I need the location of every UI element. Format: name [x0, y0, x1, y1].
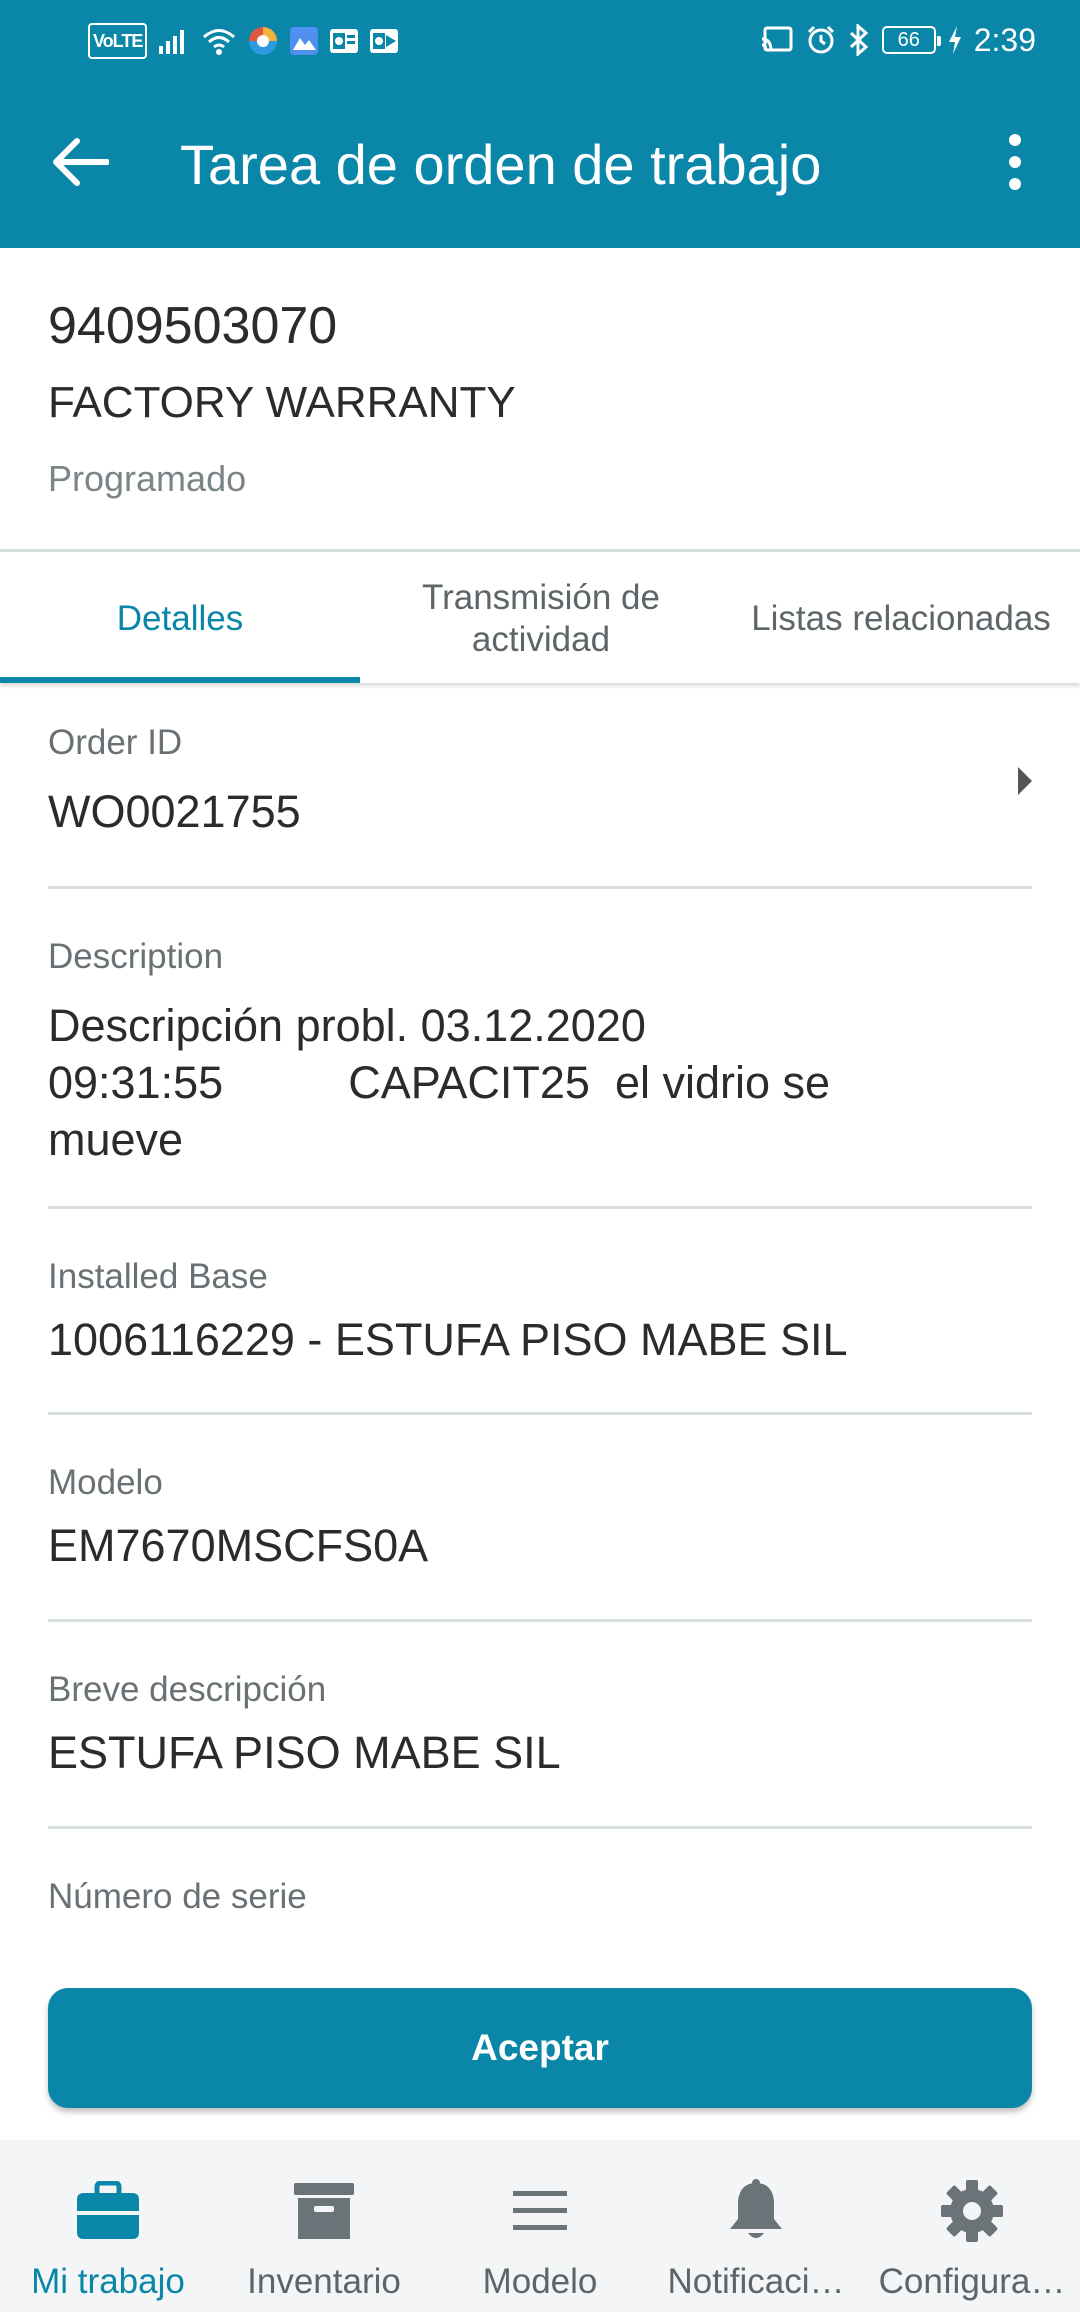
nav-inventario[interactable]: Inventario — [216, 2140, 432, 2312]
nav-label: Inventario — [247, 2262, 401, 2301]
tab-label: Detalles — [116, 599, 244, 638]
accept-button[interactable]: Aceptar — [48, 1988, 1032, 2108]
tab-label: Transmisión de actividad — [422, 578, 660, 659]
app-bar: Tarea de orden de trabajo — [0, 80, 1080, 248]
tab-bar: Detalles Transmisión de actividad Listas… — [0, 555, 1080, 683]
archive-box-icon — [293, 2176, 355, 2246]
field-value: ESTUFA PISO MABE SIL — [48, 1727, 561, 1778]
charging-icon — [948, 22, 962, 58]
back-button[interactable] — [40, 124, 120, 204]
work-order-number: 9409503070 — [48, 297, 338, 355]
nav-label: Configura… — [878, 2262, 1066, 2301]
outlook-icon — [329, 23, 359, 59]
field-value: Descripción probl. 03.12.2020 09:31:55 C… — [48, 1000, 831, 1165]
field-value: 1006116229 - ESTUFA PISO MABE SIL — [48, 1314, 848, 1365]
field-label: Order ID — [48, 723, 183, 762]
alarm-icon — [806, 22, 836, 58]
work-order-header: 9409503070 FACTORY WARRANTY Programado — [0, 248, 1080, 552]
tab-label: Listas relacionadas — [751, 599, 1051, 638]
more-options-button[interactable] — [980, 124, 1050, 204]
signal-icon — [157, 23, 191, 59]
menu-lines-icon — [511, 2176, 569, 2246]
volte-icon: VoLTE — [88, 23, 148, 59]
status-clock: 2:39 — [973, 21, 1036, 58]
work-order-status: Programado — [48, 458, 247, 499]
field-modelo: Modelo EM7670MSCFS0A — [48, 1415, 1032, 1622]
field-numero-serie: Número de serie — [48, 1829, 1032, 1917]
field-order-id[interactable]: Order ID WO0021755 — [48, 683, 1032, 889]
bottom-navigation: Mi trabajo Inventario Modelo Notificaci… — [0, 2140, 1080, 2312]
field-value: WO0021755 — [48, 786, 301, 837]
work-order-type: FACTORY WARRANTY — [48, 378, 516, 427]
field-label: Description — [48, 937, 224, 976]
gear-icon — [940, 2176, 1004, 2246]
field-label: Modelo — [48, 1463, 163, 1502]
field-description: Description Descripción probl. 03.12.202… — [48, 889, 1032, 1209]
status-left-icons: VoLTE — [88, 22, 399, 60]
bell-icon — [726, 2176, 786, 2246]
tab-detalles[interactable]: Detalles — [0, 555, 360, 683]
outlook-icon — [369, 23, 399, 59]
field-installed-base: Installed Base 1006116229 - ESTUFA PISO … — [48, 1209, 1032, 1415]
nav-notificaciones[interactable]: Notificaci… — [648, 2140, 864, 2312]
gallery-icon — [289, 23, 319, 59]
wifi-icon — [201, 23, 237, 59]
status-right-icons: 66 2:39 — [760, 18, 1036, 62]
briefcase-icon — [75, 2176, 141, 2246]
chevron-right-icon — [1018, 767, 1032, 795]
field-label: Breve descripción — [48, 1670, 327, 1709]
more-vert-icon — [1008, 133, 1022, 195]
field-value: EM7670MSCFS0A — [48, 1520, 429, 1571]
browser-icon — [247, 23, 279, 59]
nav-modelo[interactable]: Modelo — [432, 2140, 648, 2312]
details-fields: Order ID WO0021755 Description Descripci… — [48, 683, 1032, 1917]
tab-listas-relacionadas[interactable]: Listas relacionadas — [722, 555, 1080, 683]
field-label: Número de serie — [48, 1877, 307, 1916]
arrow-back-icon — [51, 137, 110, 192]
nav-label: Mi trabajo — [31, 2262, 185, 2301]
field-breve-descripcion: Breve descripción ESTUFA PISO MABE SIL — [48, 1622, 1032, 1829]
battery-icon: 66 — [881, 26, 941, 54]
nav-mi-trabajo[interactable]: Mi trabajo — [0, 2140, 216, 2312]
nav-configuracion[interactable]: Configura… — [864, 2140, 1080, 2312]
nav-label: Notificaci… — [667, 2262, 845, 2301]
bluetooth-icon — [848, 22, 870, 58]
tab-transmision-actividad[interactable]: Transmisión de actividad — [360, 555, 722, 683]
status-bar: VoLTE 66 2:39 — [0, 0, 1080, 80]
field-label: Installed Base — [48, 1257, 268, 1296]
cast-icon — [760, 22, 794, 58]
page-title: Tarea de orden de trabajo — [180, 133, 822, 196]
nav-label: Modelo — [482, 2262, 598, 2301]
